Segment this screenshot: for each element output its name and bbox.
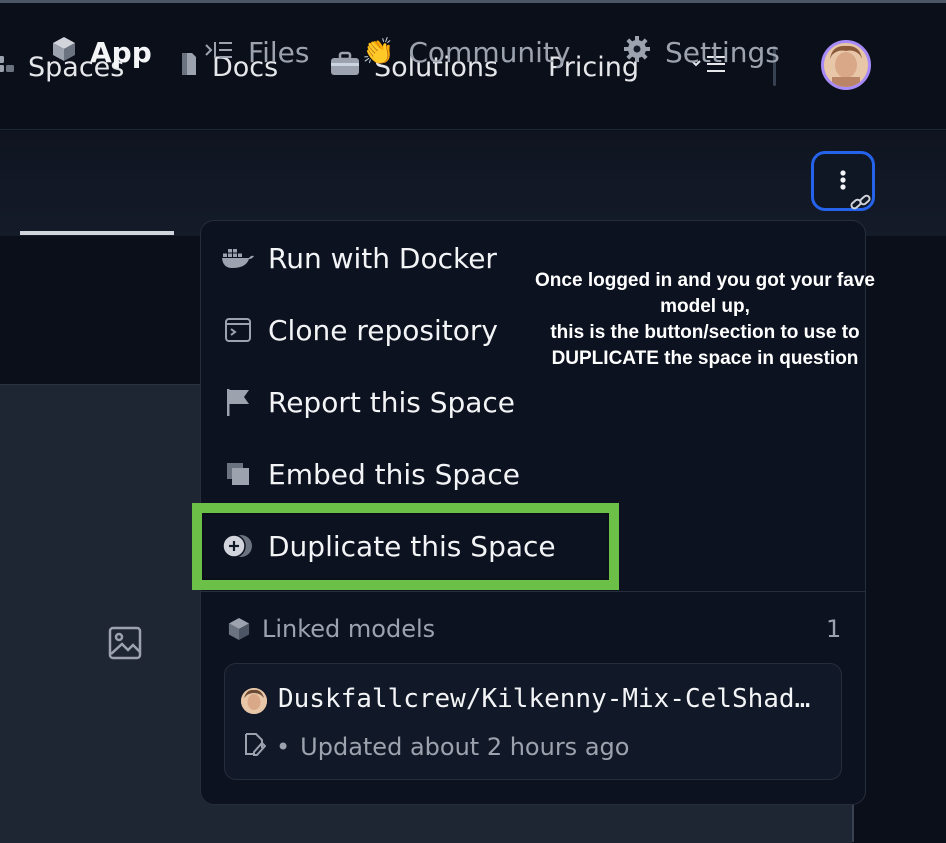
flag-icon xyxy=(222,388,254,416)
menu-item-embed-this-space[interactable]: Embed this Space xyxy=(222,452,520,496)
tab-app[interactable]: App xyxy=(52,30,152,74)
linked-models-count: 1 xyxy=(826,615,842,643)
menu-divider xyxy=(200,591,866,592)
scrollbar-track xyxy=(852,800,854,842)
docker-icon xyxy=(222,247,254,269)
model-author-avatar xyxy=(241,688,267,714)
clap-emoji-icon: 👏 xyxy=(362,37,395,67)
linked-models-label: Linked models xyxy=(262,615,436,643)
menu-item-label: Embed this Space xyxy=(268,457,520,491)
image-placeholder-icon xyxy=(108,626,142,660)
tab-label: Files xyxy=(248,35,310,69)
docs-icon xyxy=(178,51,198,84)
tab-label: Settings xyxy=(665,35,780,69)
linked-model-name[interactable]: Duskfallcrew/Kilkenny-Mix-CelShaded xyxy=(278,684,823,720)
duplicate-highlight-inner-border xyxy=(202,513,609,580)
briefcase-icon xyxy=(330,51,360,84)
gear-icon xyxy=(623,35,651,70)
link-cursor-icon xyxy=(849,192,873,218)
model-updated-time: Updated about 2 hours ago xyxy=(300,733,630,761)
menu-item-run-with-docker[interactable]: Run with Docker xyxy=(222,236,497,280)
terminal-icon xyxy=(222,318,254,342)
tab-label: App xyxy=(90,35,152,69)
menu-item-report-this-space[interactable]: Report this Space xyxy=(222,380,515,424)
files-icon xyxy=(204,36,234,69)
tab-label: Community xyxy=(408,35,571,69)
linked-model-meta: • Updated about 2 hours ago xyxy=(242,730,629,764)
active-tab-indicator xyxy=(20,231,174,235)
tab-files[interactable]: Files xyxy=(204,30,309,74)
tab-settings[interactable]: Settings xyxy=(623,30,780,74)
menu-item-label: Clone repository xyxy=(268,313,498,347)
menu-item-clone-repository[interactable]: Clone repository xyxy=(222,308,498,352)
menu-item-label: Report this Space xyxy=(268,385,516,419)
embed-icon xyxy=(222,461,254,487)
tab-community[interactable]: 👏 Community xyxy=(362,30,570,74)
app-preview-top xyxy=(0,236,200,384)
meta-separator: • xyxy=(276,733,291,761)
annotation-note: Once logged in and you got your fave mod… xyxy=(535,270,875,369)
user-avatar[interactable] xyxy=(821,40,871,90)
cube-icon xyxy=(228,617,250,641)
linked-models-heading: Linked models xyxy=(228,612,435,646)
cube-icon xyxy=(52,36,76,69)
menu-item-label: Run with Docker xyxy=(268,241,497,275)
model-task-icon xyxy=(242,732,267,762)
spaces-icon xyxy=(0,52,14,83)
